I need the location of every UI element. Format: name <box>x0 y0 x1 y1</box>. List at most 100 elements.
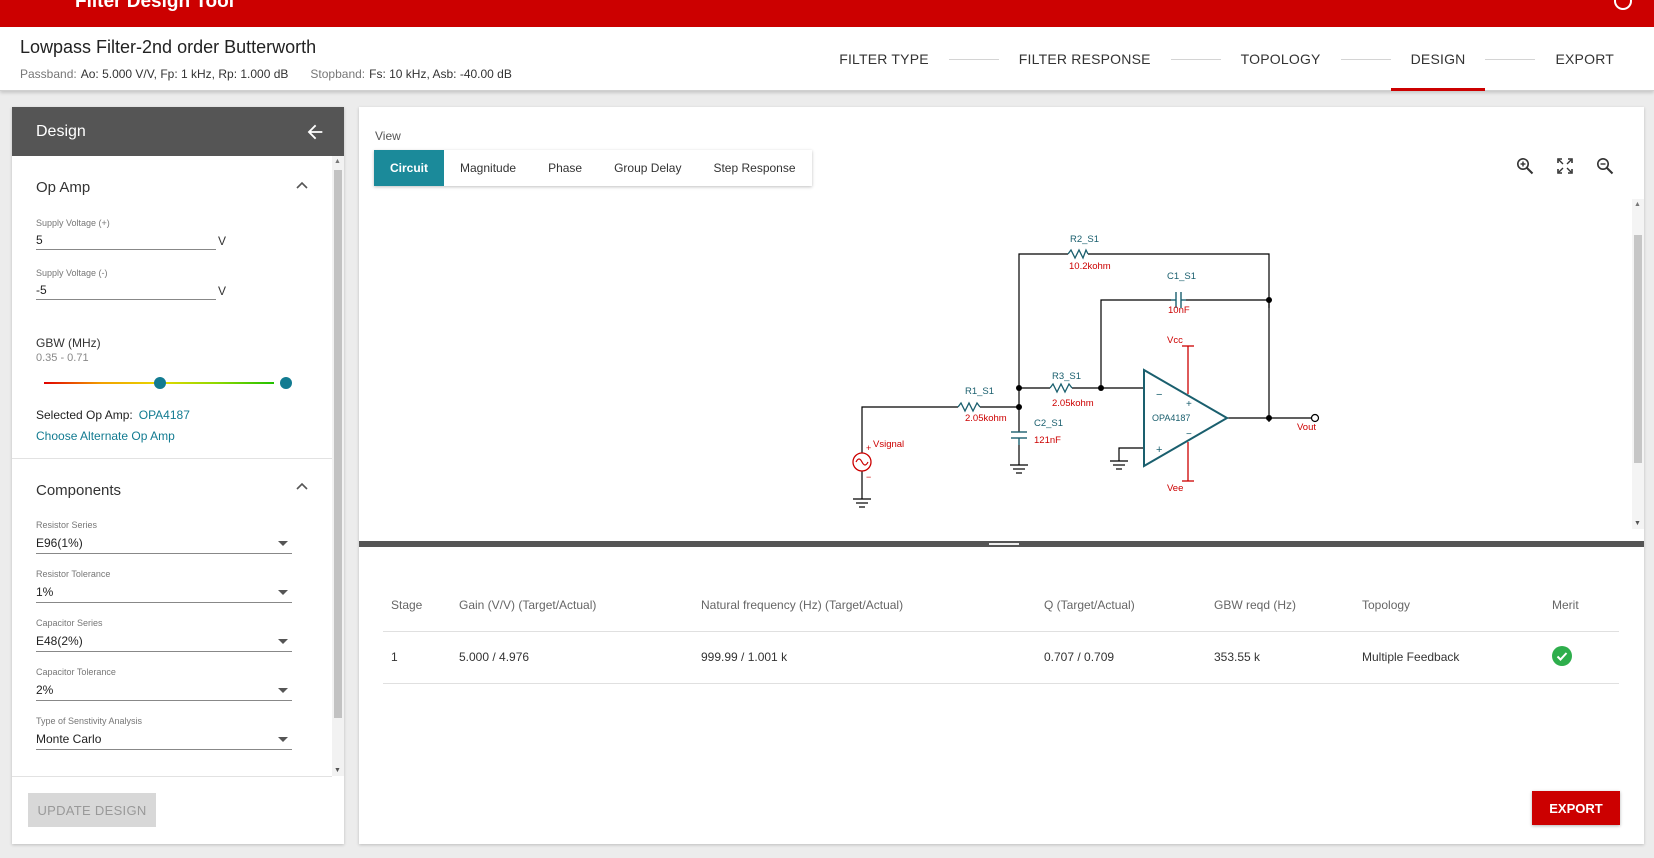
components-section-title: Components <box>36 482 122 499</box>
selected-opamp-link[interactable]: OPA4187 <box>139 408 190 422</box>
help-icon[interactable] <box>1614 0 1632 10</box>
scrollbar-thumb[interactable] <box>1634 235 1642 463</box>
cell-merit <box>1544 631 1619 684</box>
r2-label: R2_S1 <box>1070 234 1099 245</box>
capacitor-tolerance-label: Capacitor Tolerance <box>36 667 116 677</box>
app-bar: Filter Design Tool <box>0 0 1654 27</box>
source-label: Vsignal <box>873 439 904 450</box>
r2-value: 10.2kohm <box>1069 261 1111 272</box>
design-panel-scrollbar[interactable]: ▲ ▼ <box>332 156 344 776</box>
step-separator <box>948 58 999 60</box>
tab-phase[interactable]: Phase <box>532 150 598 186</box>
col-q: Q (Target/Actual) <box>1036 579 1206 632</box>
c1-label: C1_S1 <box>1167 271 1196 282</box>
resistor-series-value: E96(1%) <box>36 536 83 550</box>
view-label: View <box>375 129 401 143</box>
zoom-in-icon[interactable] <box>1516 157 1534 175</box>
step-filter-type[interactable]: FILTER TYPE <box>819 27 949 91</box>
gbw-slider-max-handle[interactable] <box>280 377 292 389</box>
step-export[interactable]: EXPORT <box>1535 27 1634 91</box>
svg-text:+: + <box>1156 444 1162 456</box>
r3-value: 2.05kohm <box>1052 398 1094 409</box>
arrow-left-icon[interactable] <box>304 121 326 143</box>
circuit-diagram: − + + − + − R2_S1 10.2kohm C1_S1 10nF R1… <box>359 199 1644 613</box>
r1-label: R1_S1 <box>965 386 994 397</box>
supply-pos-input[interactable]: 5 <box>36 230 216 250</box>
r3-label: R3_S1 <box>1052 371 1081 382</box>
app-title: Filter Design Tool <box>75 0 235 12</box>
capacitor-tolerance-select[interactable]: 2% <box>36 679 292 701</box>
circuit-schematic: − + + − + − R2_S1 10.2kohm C1_S1 10nF R1… <box>852 234 1320 508</box>
resistor-tolerance-label: Resistor Tolerance <box>36 569 111 579</box>
chevron-up-icon[interactable] <box>296 481 308 493</box>
cell-q: 0.707 / 0.709 <box>1036 631 1206 684</box>
resistor-tolerance-select[interactable]: 1% <box>36 581 292 603</box>
fit-to-screen-icon[interactable] <box>1556 157 1574 175</box>
opamp-label: OPA4187 <box>1152 413 1190 423</box>
step-topology[interactable]: TOPOLOGY <box>1221 27 1341 91</box>
col-gbw-reqd: GBW reqd (Hz) <box>1206 579 1354 632</box>
gbw-slider-min-handle[interactable] <box>154 377 166 389</box>
choose-alternate-opamp-link[interactable]: Choose Alternate Op Amp <box>36 429 175 443</box>
dropdown-caret-icon <box>278 688 288 693</box>
resistor-series-select[interactable]: E96(1%) <box>36 532 292 554</box>
dropdown-caret-icon <box>278 639 288 644</box>
sensitivity-select[interactable]: Monte Carlo <box>36 728 292 750</box>
tab-circuit[interactable]: Circuit <box>374 150 445 186</box>
capacitor-series-label: Capacitor Series <box>36 618 103 628</box>
step-design[interactable]: DESIGN <box>1390 27 1486 91</box>
design-panel-body: Op Amp Supply Voltage (+) 5 V Supply Vol… <box>12 156 344 776</box>
svg-text:−: − <box>866 472 871 482</box>
table-row[interactable]: 1 5.000 / 4.976 999.99 / 1.001 k 0.707 /… <box>383 631 1619 684</box>
scroll-down-arrow-icon[interactable]: ▼ <box>334 767 341 774</box>
dropdown-caret-icon <box>278 541 288 546</box>
sensitivity-label: Type of Senstivity Analysis <box>36 716 143 726</box>
gbw-range: 0.35 - 0.71 <box>36 352 89 364</box>
capacitor-series-select[interactable]: E48(2%) <box>36 630 292 652</box>
scroll-up-arrow-icon[interactable]: ▲ <box>1634 201 1641 208</box>
cell-gain: 5.000 / 4.976 <box>451 631 693 684</box>
splitter-grip[interactable] <box>989 543 1019 545</box>
section-divider <box>12 776 332 777</box>
scroll-up-arrow-icon[interactable]: ▲ <box>334 158 341 165</box>
svg-text:−: − <box>1186 429 1192 440</box>
output-terminal <box>1310 413 1320 423</box>
dropdown-caret-icon <box>278 590 288 595</box>
supply-neg-input[interactable]: -5 <box>36 280 216 300</box>
supply-pos-unit: V <box>218 234 227 248</box>
tab-group-delay[interactable]: Group Delay <box>598 150 697 186</box>
diagram-scrollbar[interactable]: ▲ ▼ <box>1632 199 1644 529</box>
export-button[interactable]: EXPORT <box>1532 791 1620 825</box>
tab-step-response[interactable]: Step Response <box>697 150 811 186</box>
chevron-up-icon[interactable] <box>296 180 308 192</box>
r1-value: 2.05kohm <box>965 413 1007 424</box>
resistor-tolerance-value: 1% <box>36 585 54 599</box>
page-title: Lowpass Filter-2nd order Butterworth <box>20 37 317 57</box>
page-header: Lowpass Filter-2nd order Butterworth Pas… <box>0 27 1654 91</box>
scrollbar-thumb[interactable] <box>334 170 342 718</box>
col-merit: Merit <box>1544 579 1619 632</box>
step-separator <box>1340 58 1391 60</box>
capacitor-series-value: E48(2%) <box>36 634 83 648</box>
zoom-out-icon[interactable] <box>1596 157 1614 175</box>
svg-text:−: − <box>1156 389 1162 401</box>
c2-value: 121nF <box>1034 435 1061 446</box>
zoom-toolbar <box>1516 157 1614 175</box>
tab-magnitude[interactable]: Magnitude <box>444 150 532 186</box>
selected-opamp: Selected Op Amp: OPA4187 <box>36 408 190 422</box>
passband-value: Ao: 5.000 V/V, Fp: 1 kHz, Rp: 1.000 dB <box>80 67 289 81</box>
vcc-label: Vcc <box>1167 335 1183 346</box>
col-topology: Topology <box>1354 579 1544 632</box>
step-filter-response[interactable]: FILTER RESPONSE <box>999 27 1171 91</box>
pane-splitter[interactable] <box>359 541 1644 547</box>
c2-label: C2_S1 <box>1034 418 1063 429</box>
update-design-button[interactable]: UPDATE DESIGN <box>28 793 156 827</box>
scroll-down-arrow-icon[interactable]: ▼ <box>1634 520 1641 527</box>
passband-label: Passband: <box>20 67 77 81</box>
vee-label: Vee <box>1167 483 1183 494</box>
spec-summary: Passband: Ao: 5.000 V/V, Fp: 1 kHz, Rp: 1… <box>20 67 512 81</box>
cell-gbw-reqd: 353.55 k <box>1206 631 1354 684</box>
step-separator <box>1485 58 1536 60</box>
results-table: Stage Gain (V/V) (Target/Actual) Natural… <box>383 579 1619 684</box>
view-tabs: Circuit Magnitude Phase Group Delay Step… <box>374 150 812 186</box>
